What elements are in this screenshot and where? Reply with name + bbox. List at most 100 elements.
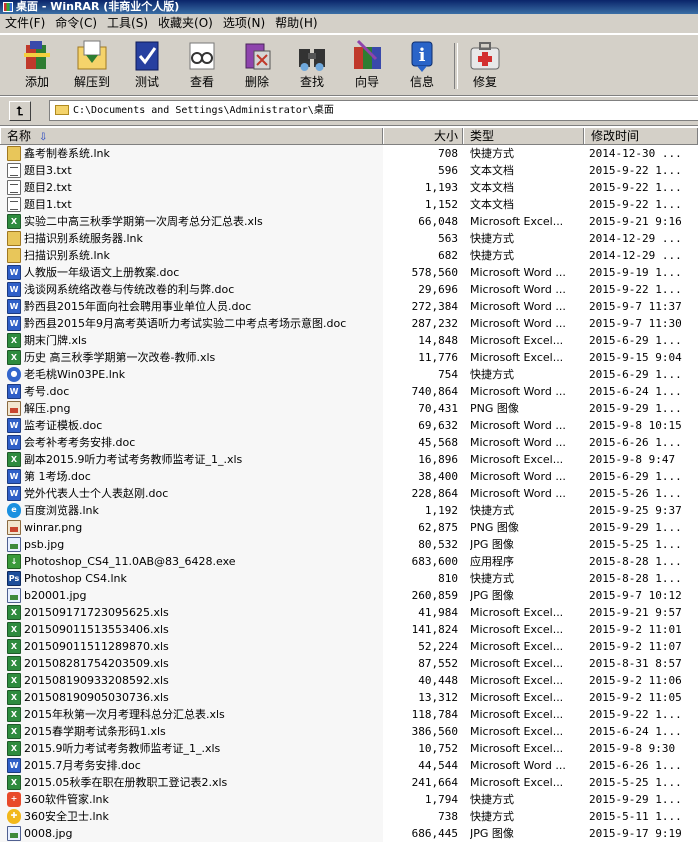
file-row[interactable]: X 20150901151128​9870.xls 52,224 Microsoft … [0,638,698,655]
file-row[interactable]: W 党外代表人士个人表赵刚.doc 228,864 Microsoft Word ..… [0,485,698,502]
file-modified: 2015-9-8 9:47 [589,453,676,466]
file-type: Microsoft Excel... [470,708,564,721]
file-row[interactable]: winrar.png 62,875 PNG 图像 2015-9-29 1... [0,519,698,536]
extract-to-button[interactable]: 解压到 [64,39,120,93]
file-row[interactable]: 扫描识别系统服务器.lnk 563 快捷方式 2014-12-29 ... [0,230,698,247]
file-type: Microsoft Word ... [470,300,566,313]
file-row[interactable]: 题目1.txt 1,152 文本文档 2015-9-22 1... [0,196,698,213]
file-size: 40,448 [418,674,458,687]
file-type: Microsoft Excel... [470,674,564,687]
file-row[interactable]: 题目2.txt 1,193 文本文档 2015-9-22 1... [0,179,698,196]
file-row[interactable]: X 2015年秋第一次月考理科总分汇总表.xls 118,784 Microsoft … [0,706,698,723]
menu-favorites[interactable]: 收藏夹(O) [153,14,218,33]
file-modified: 2015-9-19 1... [589,266,682,279]
file-row[interactable]: ✚ 360安全卫士.lnk 738 快捷方式 2015-5-11 1... [0,808,698,825]
repair-button[interactable]: 修复 [457,39,513,93]
file-row[interactable]: X 2015.9听力考试考务教师监考证_1_.xls 10,752 Microsoft… [0,740,698,757]
file-size: 45,568 [418,436,458,449]
file-row[interactable]: W 黔西县2015年面向社会聘用事业单位人员.doc 272,384 Microsof… [0,298,698,315]
file-txt-icon [7,180,21,195]
column-type[interactable]: 类型 [463,128,584,144]
file-row[interactable]: X 历史 高三秋季学期第一次改卷-教师.xls 11,776 Microsoft Ex… [0,349,698,366]
file-row[interactable]: ● 老毛桃Win03PE.lnk 754 快捷方式 2015-6-29 1... [0,366,698,383]
file-name: 监考证模板.doc [24,419,103,432]
file-jpg-icon [7,537,21,552]
delete-icon [240,39,274,73]
file-row[interactable]: X 实验二中高三秋季学期第一次周考总分汇总表.xls 66,048 Microsoft… [0,213,698,230]
file-row[interactable]: W 会考补考考务安排.doc 45,568 Microsoft Word ... 201… [0,434,698,451]
file-row[interactable]: W 考号.doc 740,864 Microsoft Word ... 2015-6-2… [0,383,698,400]
menu-help[interactable]: 帮助(H) [270,14,322,33]
file-name: 期末门牌.xls [24,334,87,347]
file-row[interactable]: 扫描识别系统.lnk 682 快捷方式 2014-12-29 ... [0,247,698,264]
up-arrow-icon: ⮤ [16,104,24,118]
find-button[interactable]: 查找 [284,39,340,93]
file-row[interactable]: +360软件管家.lnk 1,794 快捷方式 2015-9-29 1... [0,791,698,808]
wizard-button[interactable]: 向导 [339,39,395,93]
file-row[interactable]: b20001.jpg 260,859 JPG 图像 2015-9-7 10:12 [0,587,698,604]
file-name: 题目2.txt [24,181,72,194]
view-button[interactable]: 查看 [174,39,230,93]
file-row[interactable]: W第 1考场.doc 38,400 Microsoft Word ... 2015-6… [0,468,698,485]
file-xls-icon: X [7,622,21,637]
file-row[interactable]: W 2015.7月考务安排.doc 44,544 Microsoft Word ...… [0,757,698,774]
find-icon [295,39,329,73]
menu-commands[interactable]: 命令(C) [50,14,102,33]
test-button[interactable]: 测试 [119,39,175,93]
file-modified: 2015-9-22 1... [589,181,682,194]
file-row[interactable]: X 20150901151355​3406.xls 141,824 Microsoft… [0,621,698,638]
file-row[interactable]: X 20150819093320​8592.xls 40,448 Microsoft … [0,672,698,689]
menu-file[interactable]: 文件(F) [0,14,50,33]
file-name: 人教版一年级语文上册教案.doc [24,266,180,279]
add-archive-icon [20,39,54,73]
file-name-cell: X 2015年秋第一次月考理科总分汇总表.xls [0,706,383,723]
file-row[interactable]: X 20150819090503​0736.xls 13,312 Microsoft … [0,689,698,706]
file-row[interactable]: 题目3.txt 596 文本文档 2015-9-22 1... [0,162,698,179]
file-row[interactable]: X 副本2015.9听力考试考务教师监考证_1_.xls 16,896 Microso… [0,451,698,468]
file-xls-icon: X [7,350,21,365]
add-button[interactable]: 添加 [9,39,65,93]
file-lnk-icon [7,231,21,246]
file-name-cell: ✚ 360安全卫士.lnk [0,808,383,825]
column-modified[interactable]: 修改时间 [584,128,698,144]
file-row[interactable]: X 2015春学期考试条形码1.xls 386,560 Microsoft Excel… [0,723,698,740]
file-modified: 2015-6-24 1... [589,725,682,738]
file-row[interactable]: W 黔西县2015年9月高考英语听力考试实验二中考点考场示意图.doc 287,23… [0,315,698,332]
info-icon: i [405,39,439,73]
file-row[interactable]: X 20150828175420​3509.xls 87,552 Microsoft … [0,655,698,672]
file-size: 141,824 [411,623,458,636]
file-row[interactable]: 0008.jpg 686,445 JPG 图像 2015-9-17 9:19 [0,825,698,842]
file-row[interactable]: X 期末门牌.xls 14,848 Microsoft Excel... 2015-6-… [0,332,698,349]
file-name: 2015.9听力考试考务教师监考证_1_.xls [24,742,221,755]
up-folder-button[interactable]: ⮤ [9,101,31,121]
file-type: 文本文档 [470,181,514,194]
menu-tools[interactable]: 工具(S) [102,14,153,33]
menu-options[interactable]: 选项(N) [218,14,270,33]
delete-button[interactable]: 删除 [229,39,285,93]
column-name[interactable]: 名称 ⇩ [0,128,383,144]
file-type: 应用程序 [470,555,514,568]
file-row[interactable]: psb.jpg 80,532 JPG 图像 2015-5-25 1... [0,536,698,553]
file-size: 87,552 [418,657,458,670]
file-modified: 2015-9-21 9:57 [589,606,682,619]
column-size[interactable]: 大小 [383,128,463,144]
file-row[interactable]: Ps Photoshop CS4.lnk 810 快捷方式 2015-8-28 1... [0,570,698,587]
file-row[interactable]: W 监考证模板.doc 69,632 Microsoft Word ... 2015-9… [0,417,698,434]
file-row[interactable]: W 人教版一年级语文上册教案.doc 578,560 Microsoft Word .… [0,264,698,281]
file-xls-icon: X [7,656,21,671]
info-button[interactable]: i 信息 [394,39,450,93]
address-field[interactable]: C:\Documents and Settings\Administrator\… [49,100,698,121]
file-name: 20150819093320​8592.xls [24,674,169,687]
file-row[interactable]: 鑫考制卷系统.lnk 708 快捷方式 2014-12-30 ... [0,145,698,162]
file-row[interactable]: W 浅谈网系统络改卷与传统改卷的利与弊.doc 29,696 Microsoft Wo… [0,281,698,298]
file-row[interactable]: X 2015.05秋季在职在册教职工登记表2.xls 241,664 Microsof… [0,774,698,791]
file-modified: 2015-9-2 11:05 [589,691,682,704]
file-modified: 2015-9-7 10:12 [589,589,682,602]
file-row[interactable]: X 20150917172309​5625.xls 41,984 Microsoft … [0,604,698,621]
file-doc-icon: W [7,384,21,399]
file-size: 740,864 [411,385,458,398]
file-row[interactable]: ↓ Photoshop_CS4_11.0AB@83_6428.exe 683,600… [0,553,698,570]
file-360g-icon: ✚ [7,809,21,824]
file-row[interactable]: 解压.png 70,431 PNG 图像 2015-9-29 1... [0,400,698,417]
file-row[interactable]: e 百度浏览器.lnk 1,192 快捷方式 2015-9-25 9:37 [0,502,698,519]
